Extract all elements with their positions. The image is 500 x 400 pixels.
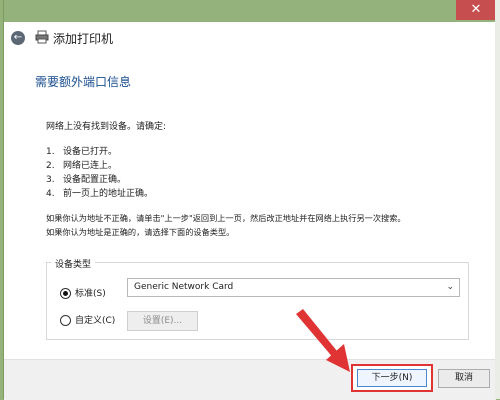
standard-radio-label[interactable]: 标准(S) [75, 286, 106, 299]
checklist-text: 设备已打开。 [63, 147, 118, 157]
add-printer-dialog: ✕ ← 添加打印机 需要额外端口信息 网络上没有找到设备。请确定: 1. 设备已打… [3, 0, 497, 400]
background-edge [495, 0, 500, 399]
checklist-number: 1. [46, 147, 55, 157]
chevron-down-icon: ⌄ [446, 282, 454, 292]
wizard-header: ← 添加打印机 [4, 22, 496, 56]
checklist-item: 3. 设备配置正确。 [46, 172, 126, 185]
custom-radio-label[interactable]: 自定义(C) [75, 313, 115, 326]
close-icon: ✕ [470, 2, 482, 17]
checklist-number: 4. [46, 189, 55, 199]
title-bar: ✕ [4, 0, 496, 22]
next-button[interactable]: 下一步(N) [357, 369, 427, 387]
intro-text: 网络上没有找到设备。请确定: [46, 122, 167, 132]
page-heading: 需要额外端口信息 [35, 75, 132, 89]
checklist-text: 设备配置正确。 [63, 175, 127, 185]
checklist-text: 前一页上的地址正确。 [63, 189, 154, 199]
checklist-item: 4. 前一页上的地址正确。 [46, 186, 153, 199]
close-button[interactable]: ✕ [456, 0, 496, 20]
next-button-highlight: 下一步(N) [351, 364, 433, 392]
cancel-button[interactable]: 取消 [438, 369, 490, 388]
checklist-number: 2. [46, 161, 55, 171]
printer-icon [35, 30, 49, 44]
note-line-2: 如果你认为地址是正确的，请选择下面的设备类型。 [46, 227, 235, 237]
window-title: 添加打印机 [53, 32, 114, 46]
standard-radio[interactable] [60, 288, 71, 299]
checklist-item: 2. 网络已连上。 [46, 158, 117, 171]
back-arrow-icon: ← [13, 32, 23, 43]
custom-radio[interactable] [60, 315, 71, 326]
note-line-1: 如果你认为地址不正确，请单击"上一步"返回到上一页，然后改正地址并在网络上执行另… [46, 213, 406, 223]
checklist-number: 3. [46, 175, 55, 185]
checklist-item: 1. 设备已打开。 [46, 144, 117, 157]
device-type-select-value: Generic Network Card [134, 282, 234, 292]
checklist-text: 网络已连上。 [63, 161, 118, 171]
device-type-label: 设备类型 [51, 257, 96, 270]
settings-button[interactable]: 设置(E)... [127, 311, 198, 331]
back-button[interactable]: ← [11, 31, 25, 45]
device-type-select[interactable]: Generic Network Card ⌄ [127, 278, 460, 297]
device-type-group [46, 262, 469, 340]
